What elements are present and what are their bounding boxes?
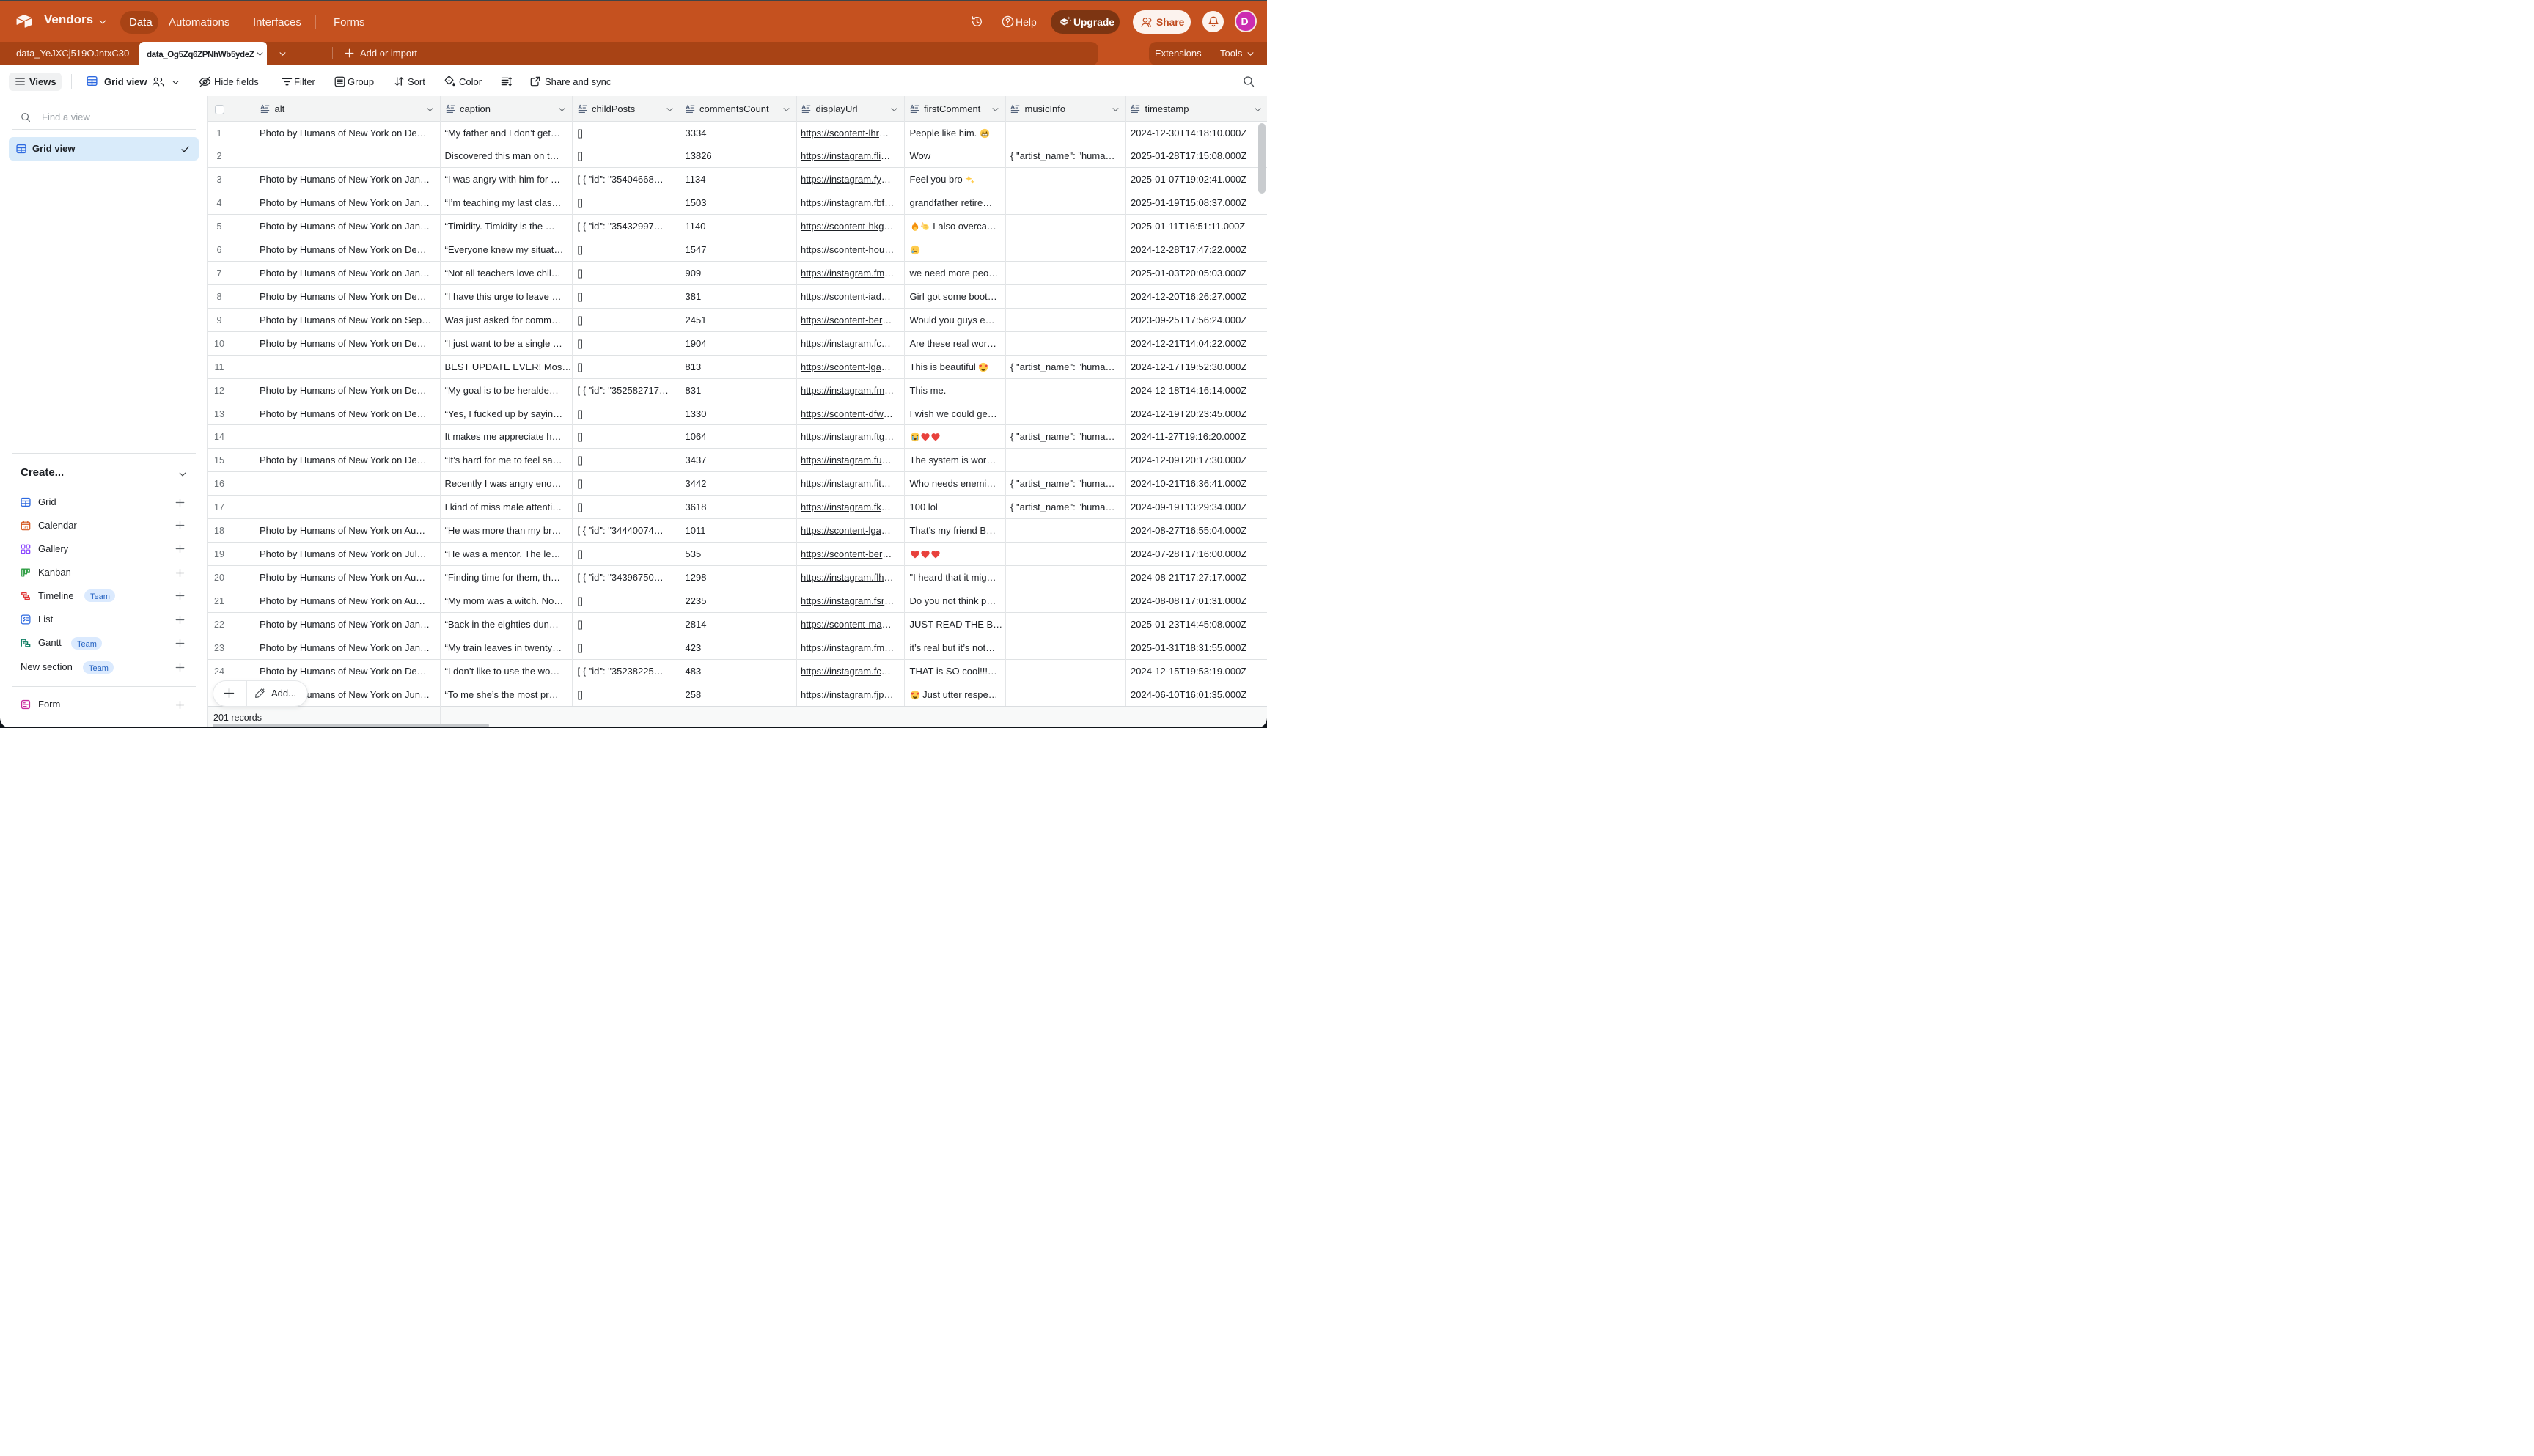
svg-text:31: 31 — [23, 526, 28, 530]
